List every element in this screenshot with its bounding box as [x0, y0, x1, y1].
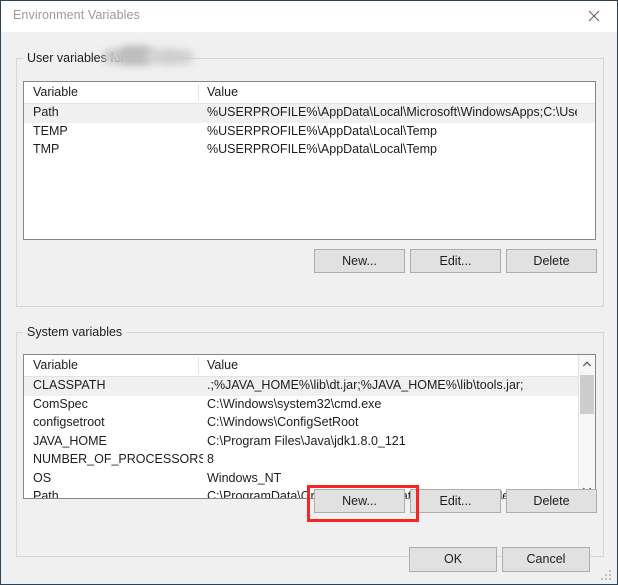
system-variable-value: .;%JAVA_HOME%\lib\dt.jar;%JAVA_HOME%\lib… — [207, 378, 524, 392]
system-variable-name: ComSpec — [33, 396, 88, 411]
user-delete-button[interactable]: Delete — [506, 249, 597, 273]
system-new-button[interactable]: New... — [314, 489, 405, 513]
user-variable-value: %USERPROFILE%\AppData\Local\Temp — [207, 142, 437, 156]
window-title: Environment Variables — [13, 8, 140, 22]
system-variables-label: System variables — [23, 325, 127, 339]
system-list-header: Variable Value — [24, 355, 595, 377]
dialog-body: User variables for Variable Value Path %… — [1, 32, 617, 584]
table-row[interactable]: CLASSPATH .;%JAVA_HOME%\lib\dt.jar;%JAVA… — [24, 377, 595, 396]
user-column-value[interactable]: Value — [207, 85, 238, 99]
table-row[interactable]: JAVA_HOME C:\Program Files\Java\jdk1.8.0… — [24, 433, 595, 452]
close-button[interactable] — [571, 1, 617, 31]
ok-button[interactable]: OK — [409, 547, 497, 572]
redacted-username — [101, 45, 199, 66]
user-variable-name: TEMP — [33, 123, 68, 138]
user-list-body: Path %USERPROFILE%\AppData\Local\Microso… — [24, 104, 595, 239]
system-variable-value: 8 — [207, 452, 214, 466]
table-row[interactable]: OS Windows_NT — [24, 470, 595, 489]
cancel-button[interactable]: Cancel — [502, 547, 590, 572]
system-edit-button[interactable]: Edit... — [410, 489, 501, 513]
table-row[interactable]: NUMBER_OF_PROCESSORS 8 — [24, 451, 595, 470]
system-variable-name: NUMBER_OF_PROCESSORS — [33, 452, 203, 466]
user-variable-name: TMP — [33, 142, 60, 156]
user-variable-value: %USERPROFILE%\AppData\Local\Temp — [207, 123, 437, 138]
system-variable-name: CLASSPATH — [33, 378, 106, 392]
system-variables-list[interactable]: Variable Value CLASSPATH .;%JAVA_HOME%\l… — [23, 354, 596, 499]
system-variable-name: Path — [33, 489, 59, 499]
chevron-up-icon — [582, 360, 592, 366]
resize-grip[interactable] — [601, 568, 614, 581]
user-variable-value: %USERPROFILE%\AppData\Local\Microsoft\Wi… — [207, 105, 577, 119]
user-variable-name: Path — [33, 105, 59, 119]
table-row[interactable]: TEMP %USERPROFILE%\AppData\Local\Temp — [24, 123, 595, 142]
system-header-divider — [198, 357, 199, 374]
user-variables-list[interactable]: Variable Value Path %USERPROFILE%\AppDat… — [23, 81, 596, 240]
system-variable-value: C:\Windows\system32\cmd.exe — [207, 396, 382, 411]
system-variable-value: Windows_NT — [207, 470, 282, 485]
system-list-scrollbar[interactable] — [578, 355, 595, 498]
table-row[interactable]: TMP %USERPROFILE%\AppData\Local\Temp — [24, 141, 595, 160]
system-variable-name: JAVA_HOME — [33, 433, 107, 448]
table-row[interactable]: Path %USERPROFILE%\AppData\Local\Microso… — [24, 104, 595, 123]
system-variable-name: configsetroot — [33, 415, 105, 429]
system-variable-value: C:\Program Files\Java\jdk1.8.0_121 — [207, 433, 406, 448]
system-delete-button[interactable]: Delete — [506, 489, 597, 513]
system-column-variable[interactable]: Variable — [33, 358, 78, 372]
scrollbar-thumb[interactable] — [580, 375, 594, 414]
user-header-divider — [198, 84, 199, 101]
system-variable-name: OS — [33, 470, 52, 485]
user-list-header: Variable Value — [24, 82, 595, 104]
table-row[interactable]: configsetroot C:\Windows\ConfigSetRoot — [24, 414, 595, 433]
system-list-body: CLASSPATH .;%JAVA_HOME%\lib\dt.jar;%JAVA… — [24, 377, 595, 499]
table-row[interactable]: ComSpec C:\Windows\system32\cmd.exe — [24, 396, 595, 415]
system-variable-value: C:\Windows\ConfigSetRoot — [207, 415, 359, 429]
system-column-value[interactable]: Value — [207, 358, 238, 372]
close-icon — [588, 10, 600, 22]
user-edit-button[interactable]: Edit... — [410, 249, 501, 273]
user-new-button[interactable]: New... — [314, 249, 405, 273]
user-column-variable[interactable]: Variable — [33, 85, 78, 99]
scroll-up-button[interactable] — [579, 355, 595, 372]
environment-variables-dialog: Environment Variables User variables for… — [0, 0, 618, 585]
title-bar[interactable]: Environment Variables — [1, 1, 617, 33]
